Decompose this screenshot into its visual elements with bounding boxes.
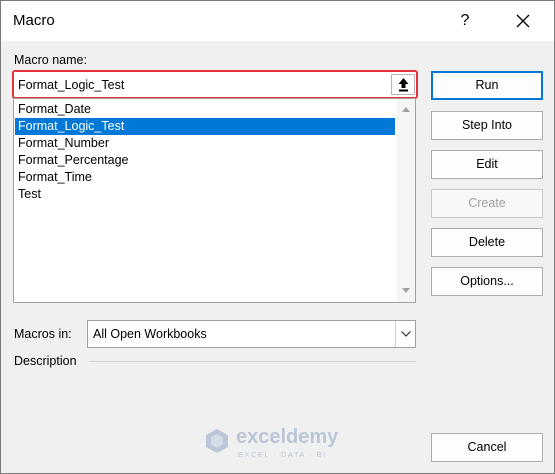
list-scrollbar[interactable] [397, 99, 415, 302]
macro-list-item[interactable]: Format_Date [15, 101, 395, 118]
macro-list-item[interactable]: Format_Number [15, 135, 395, 152]
scroll-up-arrow-icon [402, 107, 410, 112]
macro-name-label: Macro name: [14, 53, 87, 67]
description-divider [89, 361, 416, 362]
upload-button[interactable] [391, 74, 415, 95]
exceldemy-logo-icon [206, 429, 228, 453]
macro-list-item[interactable]: Format_Logic_Test [15, 118, 395, 135]
scroll-down-arrow-icon [402, 288, 410, 293]
upload-arrow-icon [398, 78, 409, 92]
macro-list-items: Format_Date Format_Logic_Test Format_Numbe… [15, 101, 395, 203]
chevron-down-icon [401, 331, 411, 337]
description-label: Description [14, 354, 77, 368]
macros-in-select[interactable]: All Open Workbooks [87, 320, 416, 348]
macro-name-input[interactable] [18, 75, 383, 95]
title-bar: Macro ? [1, 1, 554, 41]
watermark-tagline: EXCEL · DATA · BI [238, 450, 327, 459]
create-button[interactable]: Create [431, 189, 543, 218]
macro-list-item[interactable]: Test [15, 186, 395, 203]
delete-button[interactable]: Delete [431, 228, 543, 257]
macro-name-field[interactable] [12, 70, 418, 99]
step-into-button[interactable]: Step Into [431, 111, 543, 140]
close-icon [516, 14, 530, 28]
macro-list-item[interactable]: Format_Time [15, 169, 395, 186]
help-button[interactable]: ? [445, 3, 485, 39]
macro-list[interactable]: Format_Date Format_Logic_Test Format_Numbe… [13, 98, 416, 303]
edit-button[interactable]: Edit [431, 150, 543, 179]
dialog-title: Macro [13, 12, 55, 29]
run-button[interactable]: Run [431, 71, 543, 100]
scroll-up-button[interactable] [397, 101, 415, 119]
close-button[interactable] [498, 3, 548, 39]
macro-list-item[interactable]: Format_Percentage [15, 152, 395, 169]
options-button[interactable]: Options... [431, 267, 543, 296]
dropdown-button[interactable] [395, 321, 415, 347]
scroll-down-button[interactable] [397, 282, 415, 300]
cancel-button[interactable]: Cancel [431, 433, 543, 462]
watermark-name: exceldemy [236, 426, 339, 448]
macro-dialog: Macro ? Macro name: Format_DateFormat_Lo… [0, 0, 555, 474]
macros-in-label: Macros in: [14, 327, 72, 341]
macros-in-value: All Open Workbooks [93, 327, 207, 341]
